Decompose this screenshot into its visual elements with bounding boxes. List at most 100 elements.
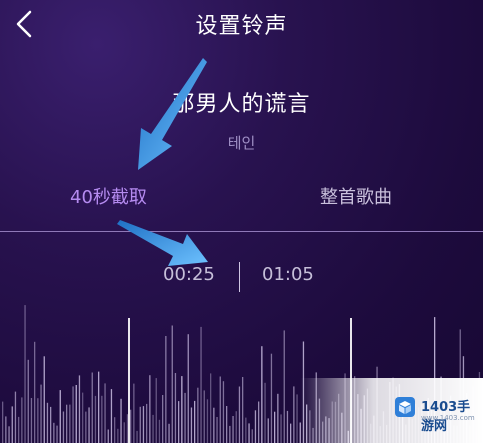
waveform-bar [277,393,279,443]
waveform-bar [56,425,58,443]
waveform-bar [40,384,42,443]
waveform-bar [8,426,10,443]
waveform-bar [91,372,93,443]
song-artist: 테인 [227,134,256,152]
waveform-bar [14,391,17,443]
waveform-bar [2,401,4,443]
waveform-bar [190,407,193,443]
waveform-bar [21,397,23,443]
waveform-bar [139,406,141,443]
waveform-bar [251,429,253,443]
waveform-bar [210,373,212,443]
waveform-bar [24,305,26,443]
waveform-bar [82,392,84,443]
waveform-bar [43,356,45,443]
waveform-bar [101,395,103,443]
waveform-bar [274,411,276,443]
waveform-bar [162,395,164,443]
waveform-bar [229,425,231,443]
waveform-bar [130,409,132,443]
tab-full-song[interactable]: 整首歌曲 [320,183,392,209]
waveform-bar [34,341,36,443]
waveform-bar [72,386,74,443]
waveform-bar [171,325,173,443]
page-title: 设置铃声 [195,14,288,39]
waveform-bar [286,410,289,443]
waveform-bar [142,406,145,443]
watermark-url: www.1403.com [421,414,475,422]
waveform-bar [136,430,138,443]
waveform-bar [194,400,196,443]
time-separator [239,262,240,292]
waveform-bar [85,411,87,443]
waveform-bar [242,377,244,443]
waveform-bar [184,392,186,443]
waveform-bar [200,326,202,443]
waveform-bar [219,376,221,443]
waveform-bar [59,390,61,443]
waveform-bar [98,371,100,443]
waveform-bar [181,376,183,443]
waveform-bar [187,334,189,443]
tab-divider [0,231,483,232]
waveform-bar [75,385,77,443]
waveform-bar [168,423,170,443]
waveform-bar [270,353,273,443]
waveform-bar [155,378,157,443]
waveform-bar [254,410,257,443]
waveform-bar [104,383,106,443]
waveform-bar [117,428,119,443]
waveform-bar [213,407,215,443]
waveform-bar [146,403,148,443]
waveform-bar [264,382,266,443]
waveform-bar [203,390,205,443]
waveform-bar [206,399,209,443]
waveform-bar [165,336,167,443]
waveform-bar [238,386,241,443]
waveform-bar [149,375,151,443]
waveform-bar [296,394,298,443]
waveform-bar [245,417,247,443]
waveform-bar [66,404,68,443]
waveform-bar [69,404,71,443]
waveform-bar [152,414,154,443]
waveform-bar [133,383,135,443]
waveform-bar [27,359,29,443]
waveform-bar [174,373,177,443]
watermark: 1403手游网 www.1403.com [300,378,483,443]
song-title: 那男人的谎言 [172,92,311,117]
waveform-bar [18,416,20,443]
waveform-bar [94,395,97,443]
waveform-bar [178,401,180,443]
waveform-bar [248,423,250,443]
waveform-bar [197,387,199,443]
waveform-bar [110,389,113,443]
cube-logo-icon [395,397,415,417]
tab-40s-clip[interactable]: 40秒截取 [70,183,147,209]
waveform-bar [46,402,49,443]
waveform-bar [232,416,234,443]
waveform-bar [261,346,263,443]
arrow-2 [117,220,208,266]
waveform-bar [107,429,109,443]
waveform-bar [123,422,125,443]
waveform-bar [37,398,39,443]
waveform-bar [114,417,116,443]
waveform-bar [290,423,292,443]
waveform-bar [235,411,237,443]
waveform-bar [50,406,52,443]
waveform-bar [88,407,90,443]
waveform-bar [120,398,122,443]
waveform-bar [158,419,161,443]
waveform-bar [5,416,7,443]
waveform-bar [11,406,13,443]
waveform-bar [53,422,55,443]
waveform-bar [283,330,285,443]
clip-end-time: 01:05 [262,264,314,285]
waveform-bar [30,398,33,443]
waveform-bar [78,375,81,443]
waveform-bar [62,411,65,443]
waveform-bar [267,418,269,443]
waveform-bar [216,417,218,443]
clip-start-time: 00:25 [163,264,215,285]
